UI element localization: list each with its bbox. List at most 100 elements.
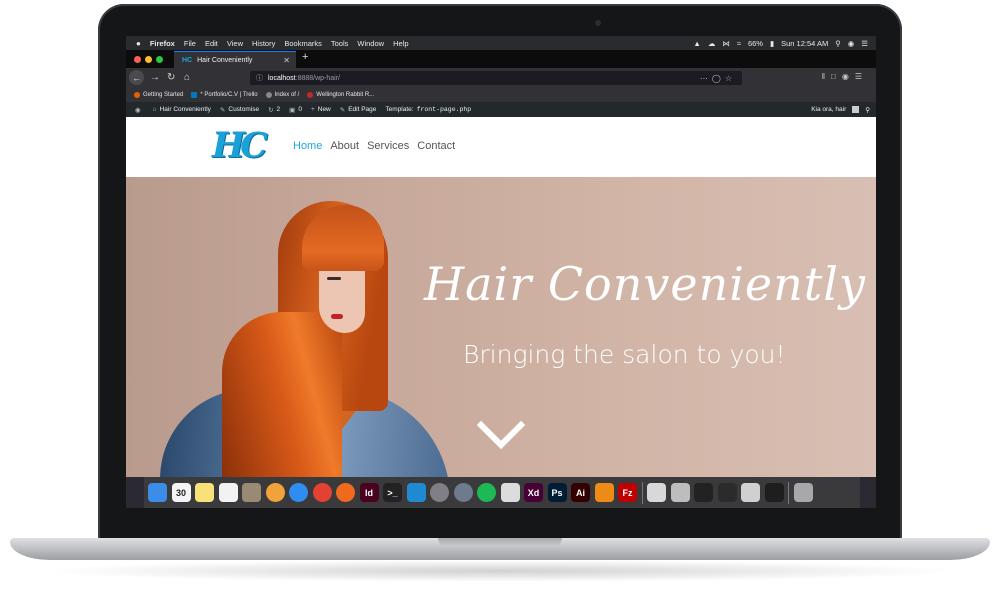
dock-notes-icon[interactable] <box>195 483 214 502</box>
wp-comments-count: 0 <box>298 106 302 113</box>
nav-contact[interactable]: Contact <box>417 140 455 152</box>
tab-close-icon[interactable]: ✕ <box>283 56 290 65</box>
dock-photos-icon[interactable] <box>265 483 285 502</box>
wordpress-logo-icon[interactable]: ◉ <box>135 106 144 114</box>
site-header: HC Home About Services Contact <box>126 117 876 177</box>
siri-icon[interactable]: ◉ <box>848 39 855 48</box>
dock-window-6-icon[interactable] <box>764 483 784 502</box>
dock-filezilla-icon[interactable]: Fz <box>618 483 637 502</box>
battery-icon[interactable]: ▮ <box>770 39 774 48</box>
dock-window-3-icon[interactable] <box>694 483 713 502</box>
apple-menu-icon[interactable]: ● <box>136 39 141 48</box>
dock-reminders-icon[interactable] <box>218 483 238 502</box>
wp-customise[interactable]: ✎ Customise <box>220 106 259 114</box>
dock-window-1-icon[interactable] <box>647 483 666 502</box>
wp-comments[interactable]: ▣ 0 <box>289 106 302 114</box>
dock-chrome-icon[interactable] <box>312 483 332 502</box>
close-window-button[interactable] <box>134 56 141 63</box>
forward-button[interactable]: → <box>150 72 160 84</box>
dock-calendar-icon[interactable]: 30 <box>171 483 191 502</box>
back-button[interactable]: ← <box>129 70 144 85</box>
avatar[interactable] <box>852 106 860 113</box>
dock-preview-icon[interactable] <box>242 483 261 502</box>
wp-template-label: Template: <box>385 106 414 113</box>
minimize-window-button[interactable] <box>145 56 152 63</box>
reload-button[interactable]: ↻ <box>167 72 175 84</box>
url-path: :8888/wp-hair/ <box>295 74 340 82</box>
dock-finder-icon[interactable] <box>148 483 167 502</box>
clock[interactable]: Sun 12:54 AM <box>781 39 828 48</box>
dock-indesign-icon[interactable]: Id <box>359 483 379 502</box>
rabbit-icon <box>307 92 314 98</box>
dock-photoshop-icon[interactable]: Ps <box>547 483 567 502</box>
wp-template-file: front-page.php <box>416 106 472 113</box>
wp-template-info[interactable]: Template: front-page.php <box>385 106 471 113</box>
site-nav: Home About Services Contact <box>293 140 455 152</box>
dock-window-4-icon[interactable] <box>717 483 737 502</box>
menu-tools[interactable]: Tools <box>331 39 349 48</box>
site-logo[interactable]: HC <box>212 125 268 166</box>
firefox-icon <box>134 92 140 98</box>
creative-cloud-icon[interactable]: ☁ <box>708 39 716 48</box>
laptop-shadow <box>40 560 960 582</box>
macos-menubar: ● Firefox File Edit View History Bookmar… <box>126 36 876 50</box>
wp-account-greeting[interactable]: Kia ora, hair <box>811 106 846 113</box>
dock-illustrator-icon[interactable]: Ai <box>571 483 590 502</box>
dock-terminal-icon[interactable]: >_ <box>383 483 402 502</box>
bookmark-getting-started[interactable]: Getting Started <box>134 92 183 98</box>
bluetooth-icon[interactable]: ⋈ <box>722 39 730 48</box>
dock-spotify-icon[interactable] <box>477 483 496 502</box>
wp-updates[interactable]: ↻ 2 <box>268 106 280 114</box>
home-button[interactable]: ⌂ <box>184 72 190 84</box>
wifi-icon[interactable]: ≈ <box>737 39 741 48</box>
menu-file[interactable]: File <box>184 39 196 48</box>
menu-edit[interactable]: Edit <box>205 39 218 48</box>
notification-center-icon[interactable]: ☰ <box>861 39 868 48</box>
spotlight-search-icon[interactable]: ⚲ <box>835 39 841 48</box>
menu-history[interactable]: History <box>252 39 275 48</box>
dock-vlc-icon[interactable] <box>594 483 614 502</box>
vlc-status-icon[interactable]: ▲ <box>693 39 700 48</box>
app-menu[interactable]: Firefox <box>150 39 175 48</box>
battery-percent[interactable]: 66% <box>748 39 763 48</box>
wp-edit-page[interactable]: ✎ Edit Page <box>340 106 377 114</box>
new-tab-button[interactable]: + <box>302 51 308 63</box>
bookmarks-toolbar: Getting Started * Portfolio/C.V | Trello… <box>126 88 876 102</box>
dock-launchpad-icon[interactable] <box>453 483 473 502</box>
site-info-icon[interactable]: ⓘ <box>256 73 263 83</box>
nav-home[interactable]: Home <box>293 140 322 152</box>
hero-section: Hair Conveniently Bringing the salon to … <box>126 177 876 477</box>
bookmark-label: Index of / <box>274 92 300 98</box>
bookmark-trello[interactable]: * Portfolio/C.V | Trello <box>191 92 258 98</box>
dock-xd-icon[interactable]: Xd <box>524 483 543 502</box>
dock-sequel-icon[interactable] <box>500 483 520 502</box>
dock-window-5-icon[interactable] <box>741 483 760 502</box>
dock-system-prefs-icon[interactable] <box>430 483 449 502</box>
dock-window-2-icon[interactable] <box>670 483 690 502</box>
page-actions-icon[interactable]: ⋯◯☆ <box>700 74 736 83</box>
dock-vscode-icon[interactable] <box>406 483 426 502</box>
menu-help[interactable]: Help <box>393 39 408 48</box>
scroll-down-chevron-icon[interactable] <box>477 421 525 451</box>
menu-view[interactable]: View <box>227 39 243 48</box>
pencil-icon: ✎ <box>339 106 346 114</box>
menu-bookmarks[interactable]: Bookmarks <box>284 39 322 48</box>
home-icon: ⌂ <box>152 106 157 113</box>
bookmark-index[interactable]: Index of / <box>265 92 300 98</box>
menu-window[interactable]: Window <box>357 39 384 48</box>
library-sidebar-account-menu-icons[interactable]: ‖□◉☰ <box>822 72 868 81</box>
dock-trash-icon[interactable] <box>793 483 813 502</box>
nav-services[interactable]: Services <box>367 140 409 152</box>
dock-firefox-icon[interactable] <box>336 483 355 502</box>
bookmark-wellington-rabbit[interactable]: Wellington Rabbit R... <box>307 92 374 98</box>
url-bar[interactable]: ⓘ localhost :8888/wp-hair/ ⋯◯☆ <box>250 71 742 85</box>
dock-safari-icon[interactable] <box>289 483 308 502</box>
zoom-window-button[interactable] <box>156 56 163 63</box>
wp-site-name[interactable]: ⌂ Hair Conveniently <box>153 106 211 113</box>
wp-new[interactable]: + New <box>311 106 331 113</box>
tab-title: Hair Conveniently <box>197 56 253 64</box>
tab-strip: HC Hair Conveniently ✕ + <box>126 50 876 68</box>
tab-hair-conveniently[interactable]: HC Hair Conveniently ✕ <box>174 51 296 68</box>
nav-about[interactable]: About <box>330 140 359 152</box>
wp-search-icon[interactable]: ⚲ <box>865 106 870 114</box>
